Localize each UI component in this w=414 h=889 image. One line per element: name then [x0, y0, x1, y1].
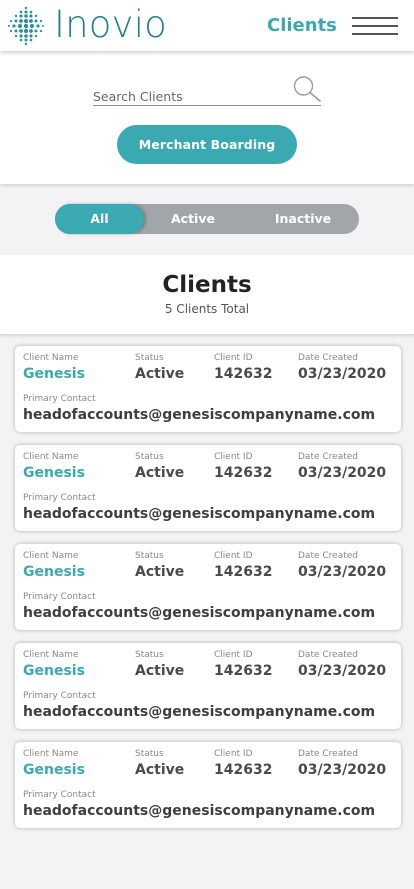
client-card[interactable]: Client Name Genesis Status Active Client… — [15, 742, 401, 828]
logo-icon — [8, 6, 44, 46]
client-id-label: Client ID — [214, 452, 253, 462]
logo-text: Inovio — [54, 3, 168, 46]
app-header: Inovio Clients — [0, 0, 414, 51]
client-status: Active — [135, 663, 185, 679]
status-label: Status — [135, 353, 164, 363]
primary-contact-email: headofaccounts@genesiscompanyname.com — [23, 506, 376, 522]
filter-tab-active[interactable]: Active — [155, 204, 231, 234]
client-status: Active — [135, 465, 185, 481]
hamburger-menu-icon[interactable] — [352, 15, 400, 37]
filter-tab-all[interactable]: All — [55, 204, 144, 234]
page-title: Clients — [267, 15, 337, 36]
menu-line — [352, 25, 398, 27]
primary-contact-email: headofaccounts@genesiscompanyname.com — [23, 407, 376, 423]
search-icon[interactable] — [292, 75, 322, 103]
search-input[interactable] — [93, 87, 321, 106]
client-id: 142632 — [214, 762, 273, 778]
primary-contact-label: Primary Contact — [23, 592, 96, 602]
status-label: Status — [135, 551, 164, 561]
client-id: 142632 — [214, 465, 273, 481]
client-name-label: Client Name — [23, 353, 79, 363]
date-created-label: Date Created — [298, 551, 358, 561]
status-label: Status — [135, 650, 164, 660]
search-panel: Merchant Boarding — [0, 51, 414, 184]
date-created: 03/23/2020 — [298, 663, 387, 679]
primary-contact-label: Primary Contact — [23, 691, 96, 701]
date-created-label: Date Created — [298, 353, 358, 363]
client-id: 142632 — [214, 663, 273, 679]
client-id: 142632 — [214, 366, 273, 382]
client-id-label: Client ID — [214, 551, 253, 561]
primary-contact-label: Primary Contact — [23, 790, 96, 800]
client-name-label: Client Name — [23, 650, 79, 660]
date-created-label: Date Created — [298, 452, 358, 462]
primary-contact-email: headofaccounts@genesiscompanyname.com — [23, 704, 376, 720]
primary-contact-email: headofaccounts@genesiscompanyname.com — [23, 803, 376, 819]
client-name[interactable]: Genesis — [23, 762, 85, 779]
client-status: Active — [135, 366, 185, 382]
clients-heading: Clients — [162, 272, 252, 298]
date-created-label: Date Created — [298, 650, 358, 660]
client-card[interactable]: Client Name Genesis Status Active Client… — [15, 643, 401, 729]
date-created: 03/23/2020 — [298, 564, 387, 580]
client-name[interactable]: Genesis — [23, 564, 85, 581]
clients-count: 5 Clients Total — [164, 302, 250, 316]
menu-line — [352, 33, 398, 35]
client-name[interactable]: Genesis — [23, 366, 85, 383]
client-status-filter: All Active Inactive — [55, 204, 359, 234]
client-name-label: Client Name — [23, 452, 79, 462]
client-id: 142632 — [214, 564, 273, 580]
client-card[interactable]: Client Name Genesis Status Active Client… — [15, 346, 401, 432]
date-created-label: Date Created — [298, 749, 358, 759]
client-card[interactable]: Client Name Genesis Status Active Client… — [15, 445, 401, 531]
client-name-label: Client Name — [23, 749, 79, 759]
status-label: Status — [135, 749, 164, 759]
primary-contact-email: headofaccounts@genesiscompanyname.com — [23, 605, 376, 621]
primary-contact-label: Primary Contact — [23, 394, 96, 404]
status-label: Status — [135, 452, 164, 462]
client-name-label: Client Name — [23, 551, 79, 561]
menu-line — [352, 17, 398, 19]
client-id-label: Client ID — [214, 650, 253, 660]
date-created: 03/23/2020 — [298, 366, 387, 382]
merchant-boarding-button[interactable]: Merchant Boarding — [117, 125, 297, 164]
date-created: 03/23/2020 — [298, 465, 387, 481]
client-card[interactable]: Client Name Genesis Status Active Client… — [15, 544, 401, 630]
client-id-label: Client ID — [214, 353, 253, 363]
clients-summary: Clients 5 Clients Total — [0, 255, 414, 334]
client-status: Active — [135, 762, 185, 778]
client-id-label: Client ID — [214, 749, 253, 759]
date-created: 03/23/2020 — [298, 762, 387, 778]
client-status: Active — [135, 564, 185, 580]
primary-contact-label: Primary Contact — [23, 493, 96, 503]
client-name[interactable]: Genesis — [23, 465, 85, 482]
client-name[interactable]: Genesis — [23, 663, 85, 680]
filter-tab-inactive[interactable]: Inactive — [260, 204, 346, 234]
